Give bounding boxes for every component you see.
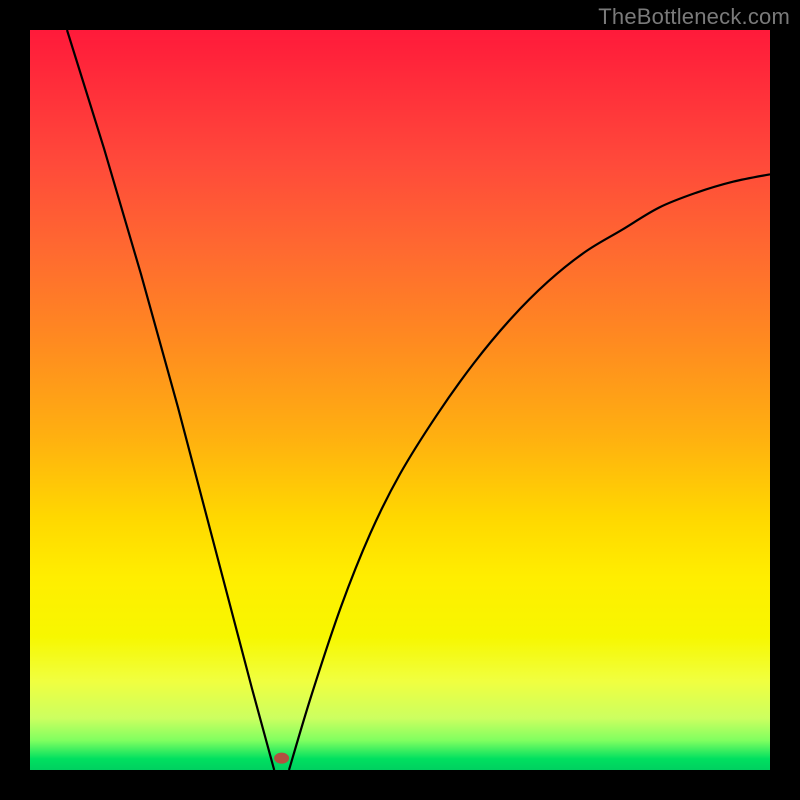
bottleneck-curve-left [67,30,274,770]
attribution-text: TheBottleneck.com [598,4,790,30]
chart-frame: TheBottleneck.com [0,0,800,800]
plot-area [30,30,770,770]
curve-svg [30,30,770,770]
bottleneck-curve-right [289,174,770,770]
optimal-marker [275,753,289,763]
